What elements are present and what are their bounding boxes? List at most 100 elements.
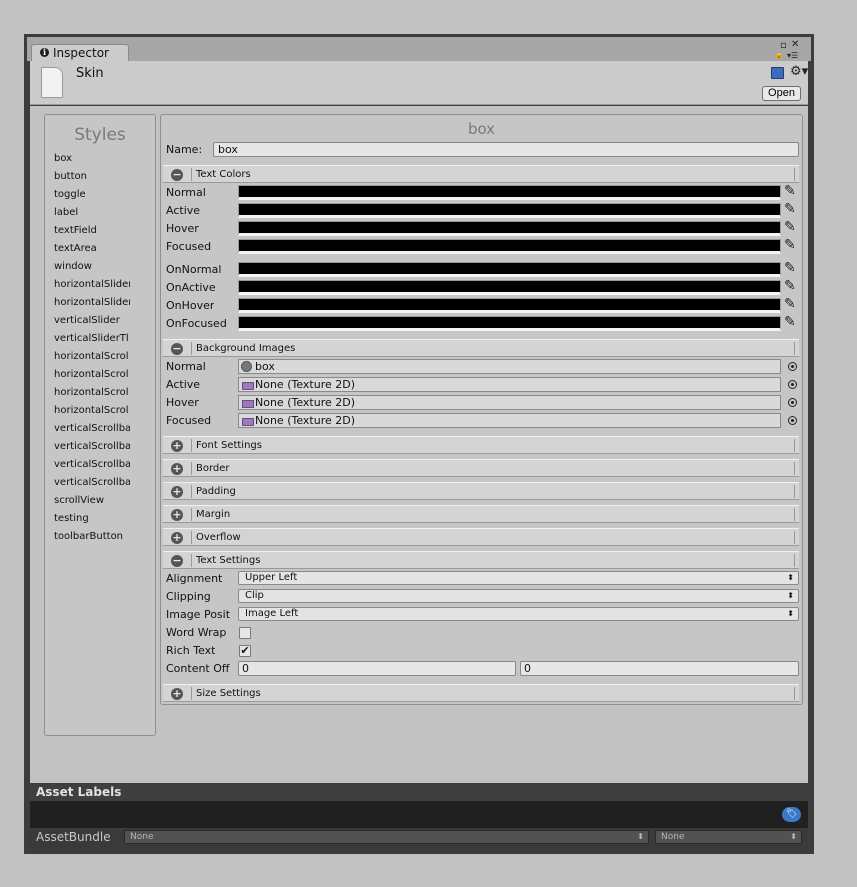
- image-position-dropdown[interactable]: Image Left ⬍: [238, 607, 799, 621]
- section-title: Text Settings: [196, 555, 261, 566]
- tag-icon[interactable]: 🏷: [782, 807, 801, 822]
- expand-icon[interactable]: +: [171, 463, 183, 475]
- image-position-label: Image Posit: [166, 608, 231, 621]
- eyedropper-icon[interactable]: ✎: [784, 297, 798, 312]
- expand-icon[interactable]: +: [171, 532, 183, 544]
- list-item[interactable]: horizontalScrol: [54, 349, 130, 367]
- text-color-onactive-swatch[interactable]: [238, 280, 781, 295]
- text-color-normal-swatch[interactable]: [238, 185, 781, 200]
- dropdown-arrow-icon: ⬍: [790, 832, 797, 841]
- name-field[interactable]: box: [213, 142, 799, 157]
- list-item[interactable]: toolbarButton: [54, 529, 130, 547]
- section-edge: [794, 508, 795, 521]
- bg-focused-field[interactable]: None (Texture 2D): [238, 413, 781, 428]
- eyedropper-icon[interactable]: ✎: [784, 238, 798, 253]
- list-item[interactable]: toggle: [54, 187, 130, 205]
- text-color-hover-swatch[interactable]: [238, 221, 781, 236]
- word-wrap-checkbox[interactable]: [239, 627, 251, 639]
- list-item[interactable]: button: [54, 169, 130, 187]
- section-border[interactable]: + Border: [163, 459, 799, 477]
- expand-icon[interactable]: +: [171, 440, 183, 452]
- asset-labels-header[interactable]: Asset Labels: [30, 784, 808, 801]
- eyedropper-icon[interactable]: ✎: [784, 202, 798, 217]
- list-item[interactable]: horizontalScrol: [54, 403, 130, 421]
- list-item[interactable]: horizontalScrol: [54, 385, 130, 403]
- content-offset-x-field[interactable]: 0: [238, 661, 516, 676]
- list-item[interactable]: horizontalScrol: [54, 367, 130, 385]
- open-button[interactable]: Open: [762, 86, 801, 101]
- expand-icon[interactable]: +: [171, 688, 183, 700]
- list-item[interactable]: label: [54, 205, 130, 223]
- assetbundle-name-dropdown[interactable]: None ⬍: [124, 830, 649, 844]
- list-item[interactable]: verticalScrollba: [54, 439, 130, 457]
- bg-active-field[interactable]: None (Texture 2D): [238, 377, 781, 392]
- section-padding[interactable]: + Padding: [163, 482, 799, 500]
- assetbundle-variant-dropdown[interactable]: None ⬍: [655, 830, 802, 844]
- text-color-onhover-swatch[interactable]: [238, 298, 781, 313]
- section-margin[interactable]: + Margin: [163, 505, 799, 523]
- collapse-icon[interactable]: −: [171, 169, 183, 181]
- list-item[interactable]: horizontalSlider: [54, 295, 130, 313]
- bg-normal-field[interactable]: box: [238, 359, 781, 374]
- assetbundle-variant-value: None: [661, 832, 685, 842]
- list-item[interactable]: verticalScrollba: [54, 457, 130, 475]
- section-overflow[interactable]: + Overflow: [163, 528, 799, 546]
- alignment-dropdown[interactable]: Upper Left ⬍: [238, 571, 799, 585]
- list-item[interactable]: window: [54, 259, 130, 277]
- gear-icon[interactable]: ⚙▾: [790, 65, 808, 79]
- eyedropper-icon[interactable]: ✎: [784, 184, 798, 199]
- list-item[interactable]: verticalScrollba: [54, 421, 130, 439]
- bg-normal-value: box: [255, 360, 275, 373]
- section-title: Text Colors: [196, 169, 251, 180]
- dropdown-arrow-icon: ⬍: [787, 591, 794, 600]
- content-offset-y-field[interactable]: 0: [520, 661, 799, 676]
- object-picker-icon[interactable]: [788, 398, 797, 407]
- object-picker-icon[interactable]: [788, 416, 797, 425]
- collapse-icon[interactable]: −: [171, 343, 183, 355]
- text-color-onnormal-swatch[interactable]: [238, 262, 781, 277]
- section-edge: [794, 462, 795, 475]
- clipping-dropdown[interactable]: Clip ⬍: [238, 589, 799, 603]
- expand-icon[interactable]: +: [171, 486, 183, 498]
- list-item[interactable]: verticalSliderTl: [54, 331, 130, 349]
- text-color-onfocused-swatch[interactable]: [238, 316, 781, 331]
- list-item[interactable]: testing: [54, 511, 130, 529]
- tab-inspector[interactable]: i Inspector: [31, 44, 129, 62]
- object-picker-icon[interactable]: [788, 380, 797, 389]
- list-item[interactable]: verticalSlider: [54, 313, 130, 331]
- list-item[interactable]: verticalScrollba: [54, 475, 130, 493]
- section-edge: [794, 687, 795, 700]
- assetbundle-name-value: None: [130, 832, 154, 842]
- eyedropper-icon[interactable]: ✎: [784, 220, 798, 235]
- section-size-settings[interactable]: + Size Settings: [163, 684, 799, 702]
- menu-icon[interactable]: ▾☰: [787, 51, 798, 61]
- text-color-active-swatch[interactable]: [238, 203, 781, 218]
- expand-icon[interactable]: +: [171, 509, 183, 521]
- section-text-colors[interactable]: − Text Colors: [163, 165, 799, 183]
- close-icon[interactable]: ✕: [791, 40, 799, 50]
- eyedropper-icon[interactable]: ✎: [784, 315, 798, 330]
- section-background-images[interactable]: − Background Images: [163, 339, 799, 357]
- rich-text-checkbox[interactable]: ✔: [239, 645, 251, 657]
- list-item[interactable]: box: [54, 151, 130, 169]
- list-item[interactable]: horizontalSlider: [54, 277, 130, 295]
- dropdown-arrow-icon: ⬍: [637, 832, 644, 841]
- section-text-settings[interactable]: − Text Settings: [163, 551, 799, 569]
- bg-hover-value: None (Texture 2D): [255, 396, 356, 409]
- bg-hover-field[interactable]: None (Texture 2D): [238, 395, 781, 410]
- list-item[interactable]: textArea: [54, 241, 130, 259]
- object-picker-icon[interactable]: [788, 362, 797, 371]
- section-title: Padding: [196, 486, 236, 497]
- list-item[interactable]: scrollView: [54, 493, 130, 511]
- eyedropper-icon[interactable]: ✎: [784, 279, 798, 294]
- text-color-focused-swatch[interactable]: [238, 239, 781, 254]
- lock-icon[interactable]: 🔒: [774, 50, 784, 60]
- section-font-settings[interactable]: + Font Settings: [163, 436, 799, 454]
- alignment-value: Upper Left: [245, 572, 298, 583]
- collapse-icon[interactable]: −: [171, 555, 183, 567]
- clipping-value: Clip: [245, 590, 264, 601]
- list-item[interactable]: textField: [54, 223, 130, 241]
- book-help-icon[interactable]: [771, 67, 784, 79]
- eyedropper-icon[interactable]: ✎: [784, 261, 798, 276]
- text-color-hover-label: Hover: [166, 222, 199, 235]
